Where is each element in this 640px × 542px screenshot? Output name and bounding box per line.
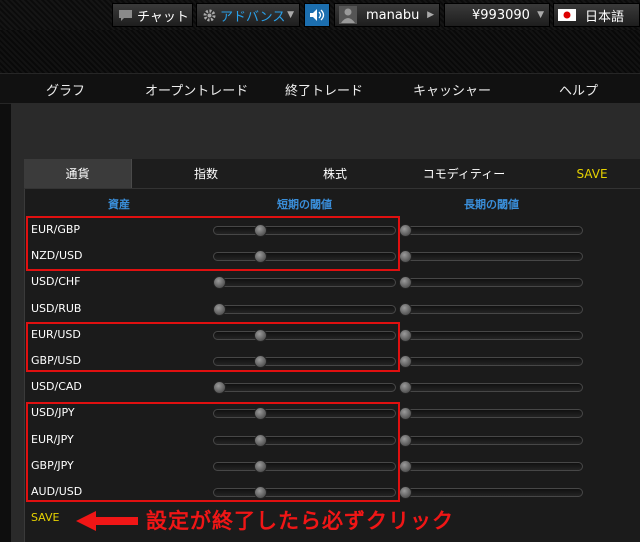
- long-slider-handle[interactable]: [399, 224, 412, 237]
- annotation-text: 設定が終了したら必ずクリック: [146, 509, 454, 533]
- long-threshold-slider[interactable]: [399, 383, 583, 392]
- long-threshold-slider[interactable]: [399, 488, 583, 497]
- long-slider-handle[interactable]: [399, 486, 412, 499]
- user-menu[interactable]: manabu ▶: [334, 3, 440, 27]
- main-nav: グラフ オープントレード 終了トレード キャッシャー ヘルプ: [0, 73, 640, 104]
- tab-stocks[interactable]: 株式: [300, 159, 370, 188]
- short-slider-handle[interactable]: [213, 303, 226, 316]
- nav-open-trades[interactable]: オープントレード: [145, 80, 248, 99]
- left-arrow-icon: [76, 511, 138, 531]
- asset-header: 資産: [108, 198, 130, 211]
- short-threshold-slider[interactable]: [213, 278, 396, 287]
- long-slider-handle[interactable]: [399, 276, 412, 289]
- tab-currency[interactable]: 通貨: [24, 159, 132, 188]
- long-slider-handle[interactable]: [399, 407, 412, 420]
- highlight-box-1: [26, 216, 400, 271]
- short-slider-handle[interactable]: [213, 381, 226, 394]
- tab-indices[interactable]: 指数: [171, 159, 241, 188]
- asset-tabs: 通貨 指数 株式 コモディティー SAVE: [24, 159, 640, 189]
- language-label: 日本語: [585, 9, 625, 25]
- pair-label: USD/CAD: [31, 380, 82, 393]
- top-bar: チャット アドバンス ▼ manabu ▶ ¥993090 ▼ 日本語: [0, 0, 640, 30]
- short-slider-handle[interactable]: [213, 276, 226, 289]
- nav-closed-trades[interactable]: 終了トレード: [285, 80, 363, 99]
- language-select[interactable]: 日本語: [553, 3, 640, 27]
- long-slider-handle[interactable]: [399, 434, 412, 447]
- long-slider-handle[interactable]: [399, 329, 412, 342]
- short-threshold-slider[interactable]: [213, 305, 396, 314]
- japan-flag-icon: [558, 9, 576, 21]
- short-threshold-header: 短期の閾値: [277, 198, 332, 211]
- chevron-down-icon: ▼: [287, 10, 294, 20]
- pair-label: USD/CHF: [31, 275, 81, 288]
- long-threshold-slider[interactable]: [399, 357, 583, 366]
- chat-button[interactable]: チャット: [112, 3, 193, 27]
- long-slider-handle[interactable]: [399, 381, 412, 394]
- nav-graph[interactable]: グラフ: [46, 80, 85, 99]
- chevron-down-icon: ▼: [537, 10, 544, 20]
- save-button[interactable]: SAVE: [31, 511, 59, 524]
- long-slider-handle[interactable]: [399, 303, 412, 316]
- header-strip: [0, 30, 640, 73]
- chevron-right-icon: ▶: [427, 10, 434, 20]
- highlight-box-3: [26, 402, 400, 502]
- long-threshold-slider[interactable]: [399, 252, 583, 261]
- long-threshold-slider[interactable]: [399, 226, 583, 235]
- speaker-icon: [310, 9, 325, 21]
- chat-label: チャット: [137, 9, 189, 25]
- long-threshold-slider[interactable]: [399, 436, 583, 445]
- mode-label: アドバンス: [220, 9, 286, 25]
- long-threshold-header: 長期の閾値: [464, 198, 519, 211]
- long-threshold-slider[interactable]: [399, 331, 583, 340]
- tab-save-button[interactable]: SAVE: [562, 159, 622, 188]
- balance-menu[interactable]: ¥993090 ▼: [444, 3, 550, 27]
- long-slider-handle[interactable]: [399, 460, 412, 473]
- long-slider-handle[interactable]: [399, 250, 412, 263]
- username: manabu: [366, 7, 420, 23]
- user-icon: [339, 6, 357, 24]
- nav-cashier[interactable]: キャッシャー: [413, 80, 491, 99]
- sound-toggle[interactable]: [304, 3, 330, 27]
- short-threshold-slider[interactable]: [213, 383, 396, 392]
- nav-help[interactable]: ヘルプ: [559, 80, 598, 99]
- gear-icon: [203, 9, 216, 21]
- long-threshold-slider[interactable]: [399, 278, 583, 287]
- chat-icon: [119, 10, 132, 21]
- mode-select[interactable]: アドバンス ▼: [196, 3, 300, 27]
- balance-value: ¥993090: [472, 7, 530, 23]
- pair-label: USD/RUB: [31, 302, 82, 315]
- highlight-box-2: [26, 322, 400, 372]
- long-slider-handle[interactable]: [399, 355, 412, 368]
- long-threshold-slider[interactable]: [399, 305, 583, 314]
- tab-commodities[interactable]: コモディティー: [409, 159, 519, 188]
- long-threshold-slider[interactable]: [399, 462, 583, 471]
- long-threshold-slider[interactable]: [399, 409, 583, 418]
